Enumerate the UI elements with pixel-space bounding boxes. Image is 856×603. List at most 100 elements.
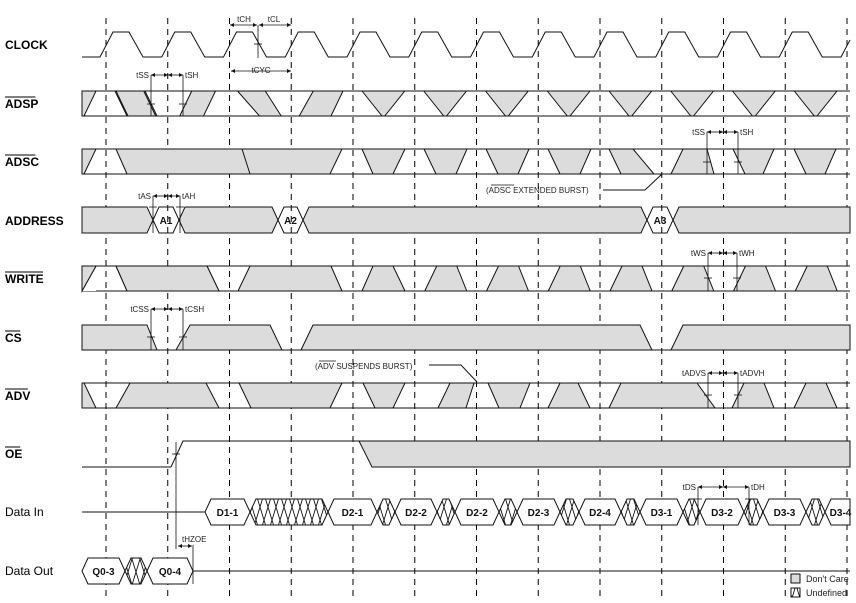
dont-care-region	[546, 90, 592, 117]
arrowhead-icon	[176, 194, 180, 198]
signal-label-adsc: ADSC	[5, 155, 39, 169]
arrowhead-icon	[230, 23, 234, 27]
arrowhead-icon	[188, 544, 192, 548]
cs-dont-care	[670, 324, 851, 351]
signal-label-oe: OE	[5, 447, 22, 461]
dont-care-region	[484, 90, 530, 117]
legend: Don't Care Undefined	[790, 573, 849, 598]
datain-undefined	[436, 498, 456, 526]
arrowhead-icon	[707, 130, 711, 134]
dont-care-region	[794, 265, 838, 292]
datain-value: D3-3	[774, 508, 796, 519]
dont-care-region	[731, 90, 777, 117]
arrowhead-icon	[179, 73, 183, 77]
dont-care-region	[547, 265, 591, 292]
dont-care-region	[423, 148, 468, 175]
signal-label-adsp: ADSP	[5, 97, 38, 111]
adv-suspends-burst-note: (ADV SUSPENDS BURST)	[315, 360, 478, 383]
arrowhead-icon	[168, 307, 172, 311]
arrowhead-icon	[708, 371, 712, 375]
dont-care-region	[237, 265, 343, 292]
arrowhead-icon	[259, 23, 263, 27]
thzoe-label: tHZOE	[182, 535, 206, 544]
datain-value: D3-1	[651, 508, 673, 519]
dont-care-region	[732, 265, 777, 292]
oe-dont-care	[358, 440, 851, 468]
cs-dont-care	[300, 324, 653, 351]
arrowhead-icon	[253, 23, 257, 27]
write-timing-setup-label: tWS	[691, 249, 706, 258]
datain-undefined	[498, 498, 518, 526]
dont-care-region	[609, 265, 653, 292]
dont-care-region	[437, 382, 475, 409]
datain-value: D2-4	[589, 508, 611, 519]
datain-undefined	[682, 498, 701, 526]
signal-label-cs: CS	[5, 331, 22, 345]
arrowhead-icon	[287, 69, 291, 73]
arrowhead-icon	[719, 251, 723, 255]
clock-waveform	[82, 31, 851, 58]
address-value-2: A2	[284, 216, 297, 227]
datain-undefined	[743, 498, 764, 526]
dont-care-region	[607, 90, 653, 117]
dont-care-region	[238, 382, 343, 409]
arrowhead-icon	[719, 130, 723, 134]
adv-timing-setup-label: tADVS	[682, 369, 706, 378]
address-dont-care	[178, 206, 279, 234]
dont-care-region	[241, 148, 343, 175]
adsp-timing-setup-label: tSS	[136, 71, 149, 80]
arrowhead-icon	[179, 307, 183, 311]
dont-care-region	[115, 382, 220, 409]
arrowhead-icon	[231, 69, 235, 73]
signal-labels: CLOCK ADSP ADSC ADDRESS WRITE CS ADV OE Data In D…	[5, 38, 64, 578]
dont-care-region	[485, 148, 530, 175]
cs-dont-care	[175, 324, 283, 351]
signal-label-datain: Data In	[5, 505, 44, 519]
arrowhead-icon	[733, 251, 737, 255]
dont-care-region	[670, 265, 715, 292]
dont-care-region	[669, 90, 715, 117]
dont-care-region	[422, 90, 468, 117]
dont-care-region	[362, 382, 406, 409]
adsc-timing-hold-label: tSH	[740, 128, 754, 137]
dont-care-region	[547, 382, 591, 409]
datain-timing-hold-label: tDH	[751, 483, 765, 492]
signal-label-dataout: Data Out	[5, 564, 54, 578]
cs-timing-setup-label: tCSS	[130, 305, 149, 314]
address-dont-care	[672, 206, 851, 234]
svg-text:Undefined: Undefined	[806, 588, 847, 598]
address-value-3: A3	[654, 216, 667, 227]
arrowhead-icon	[708, 251, 712, 255]
legend-dont-care: Don't Care	[790, 573, 849, 584]
dont-care-region	[547, 148, 592, 175]
arrowhead-icon	[698, 485, 702, 489]
datain-value: D2-2	[466, 508, 488, 519]
adv-timing-hold-label: tADVH	[740, 369, 765, 378]
address-timing-setup-label: tAS	[138, 192, 151, 201]
signal-label-address: ADDRESS	[5, 214, 64, 228]
datain-value: D3-4	[830, 508, 852, 519]
dont-care-region	[487, 382, 531, 409]
dont-care-region	[793, 90, 839, 117]
svg-text:(ADSC EXTENDED BURST): (ADSC EXTENDED BURST)	[486, 186, 589, 195]
arrowhead-icon	[734, 130, 738, 134]
address-timing-hold-label: tAH	[182, 192, 196, 201]
address-dont-care	[302, 206, 648, 234]
dont-care-region	[360, 90, 406, 117]
signal-label-write: WRITE	[5, 272, 44, 286]
datain-undefined	[805, 498, 826, 526]
tch-label: tCH	[237, 15, 251, 24]
dataout-value: Q0-3	[92, 567, 115, 578]
datain-undefined	[249, 498, 329, 526]
address-value-1: A1	[160, 216, 173, 227]
datain-value: D1-1	[217, 508, 239, 519]
dont-care-region	[670, 148, 715, 175]
datain-value: D2-3	[528, 508, 550, 519]
datain-value: D2-2	[405, 508, 427, 519]
datain-undefined	[559, 498, 580, 526]
arrowhead-icon	[153, 194, 157, 198]
signal-label-clock: CLOCK	[5, 38, 48, 52]
arrowhead-icon	[151, 73, 155, 77]
dont-care-region	[732, 148, 775, 175]
arrowhead-icon	[178, 544, 182, 548]
